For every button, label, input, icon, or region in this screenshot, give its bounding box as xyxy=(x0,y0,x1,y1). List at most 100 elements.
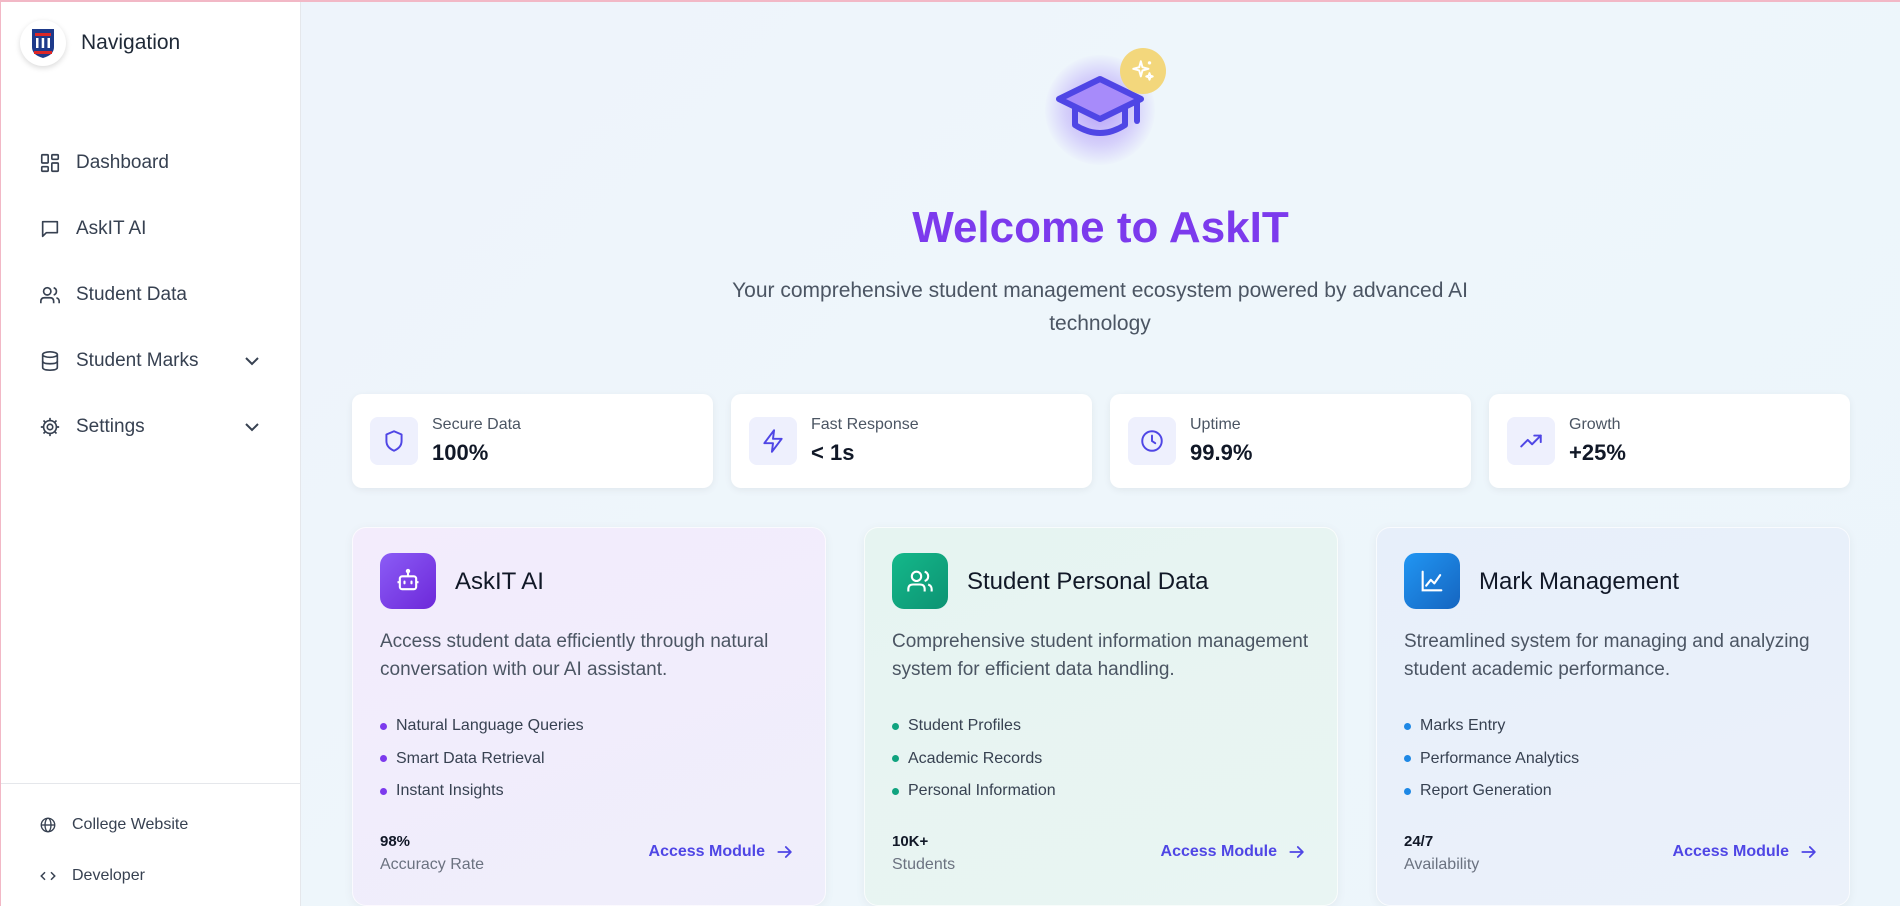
college-website-link[interactable]: College Website xyxy=(0,799,300,850)
shield-icon xyxy=(370,417,418,465)
list-item: Natural Language Queries xyxy=(380,710,584,743)
card-title: AskIT AI xyxy=(455,568,544,595)
trending-up-icon xyxy=(1507,417,1555,465)
module-card-askit-ai[interactable]: AskIT AI Access student data efficiently… xyxy=(352,527,826,906)
metric-label: Students xyxy=(892,856,956,873)
stats-row: Secure Data 100% Fast Response < 1s Upti… xyxy=(352,394,1850,488)
list-item: Marks Entry xyxy=(1404,710,1579,743)
clock-icon xyxy=(1128,417,1176,465)
feature-label: Natural Language Queries xyxy=(396,717,584,735)
chat-icon xyxy=(38,217,62,241)
users-icon xyxy=(892,553,948,609)
card-description: Comprehensive student information manage… xyxy=(892,631,1309,680)
college-logo[interactable] xyxy=(20,20,66,66)
bullet-dot xyxy=(892,787,899,795)
card-metric: 98% Accuracy Rate xyxy=(380,833,484,874)
sidebar-footer: College Website Developer xyxy=(0,783,300,901)
arrow-right-icon xyxy=(1287,842,1307,862)
list-item: Personal Information xyxy=(892,775,1056,808)
stat-label: Growth xyxy=(1569,416,1621,433)
page-title: Welcome to AskIT xyxy=(912,203,1289,252)
feature-label: Marks Entry xyxy=(1420,717,1506,735)
metric-value: 24/7 xyxy=(1404,833,1434,850)
access-module-button[interactable]: Access Module xyxy=(1161,842,1307,862)
feature-label: Personal Information xyxy=(908,782,1056,800)
bullet-dot xyxy=(380,787,387,795)
stat-value: +25% xyxy=(1569,440,1626,465)
feature-label: Smart Data Retrieval xyxy=(396,749,545,767)
feature-label: Instant Insights xyxy=(396,782,504,800)
card-description: Access student data efficiently through … xyxy=(380,631,769,680)
chevron-down-icon[interactable] xyxy=(240,415,264,439)
college-website-label: College Website xyxy=(72,815,189,833)
access-module-button[interactable]: Access Module xyxy=(1673,842,1819,862)
arrow-right-icon xyxy=(775,842,795,862)
chart-icon xyxy=(1404,553,1460,609)
stat-label: Secure Data xyxy=(432,416,521,433)
bullet-dot xyxy=(380,722,387,730)
page-subtitle: Your comprehensive student management ec… xyxy=(732,279,1468,335)
metric-value: 98% xyxy=(380,833,411,850)
feature-list: Marks Entry Performance Analytics Report… xyxy=(1404,710,1579,808)
sidebar-item-settings[interactable]: Settings xyxy=(0,394,300,460)
sidebar-item-label: Settings xyxy=(76,416,145,437)
feature-list: Student Profiles Academic Records Person… xyxy=(892,710,1056,808)
users-icon xyxy=(38,283,62,307)
top-border xyxy=(0,0,1900,2)
stat-card: Uptime 99.9% xyxy=(1110,394,1471,488)
sidebar-nav: Dashboard AskIT AI Student Data Student … xyxy=(0,130,300,460)
sparkles-icon xyxy=(1132,60,1154,81)
stat-value: < 1s xyxy=(811,440,855,465)
stat-card: Fast Response < 1s xyxy=(731,394,1092,488)
list-item: Performance Analytics xyxy=(1404,743,1579,776)
sidebar-item-label: Dashboard xyxy=(76,152,169,173)
sidebar-item-label: Student Marks xyxy=(76,350,199,371)
bullet-dot xyxy=(1404,787,1411,795)
list-item: Report Generation xyxy=(1404,775,1579,808)
stat-label: Fast Response xyxy=(811,416,919,433)
feature-label: Report Generation xyxy=(1420,782,1552,800)
stat-card: Secure Data 100% xyxy=(352,394,713,488)
bullet-dot xyxy=(380,755,387,763)
access-module-label: Access Module xyxy=(648,843,765,860)
list-item: Instant Insights xyxy=(380,775,584,808)
database-icon xyxy=(38,349,62,373)
stat-value: 100% xyxy=(432,440,489,465)
module-card-student-data[interactable]: Student Personal Data Comprehensive stud… xyxy=(864,527,1338,906)
access-module-label: Access Module xyxy=(1160,843,1277,860)
arrow-right-icon xyxy=(1799,842,1819,862)
feature-list: Natural Language Queries Smart Data Retr… xyxy=(380,710,584,808)
card-metric: 24/7 Availability xyxy=(1404,833,1479,874)
card-title: Student Personal Data xyxy=(967,568,1209,595)
module-card-mark-management[interactable]: Mark Management Streamlined system for m… xyxy=(1376,527,1850,906)
developer-link[interactable]: Developer xyxy=(0,850,300,901)
sidebar-item-label: AskIT AI xyxy=(76,218,147,239)
chevron-down-icon[interactable] xyxy=(240,349,264,373)
metric-value: 10K+ xyxy=(892,833,929,850)
sidebar-item-student-data[interactable]: Student Data xyxy=(0,262,300,328)
list-item: Smart Data Retrieval xyxy=(380,743,584,776)
sidebar-item-label: Student Data xyxy=(76,284,187,305)
metric-label: Availability xyxy=(1404,856,1480,873)
bullet-dot xyxy=(1404,722,1411,730)
sidebar-item-student-marks[interactable]: Student Marks xyxy=(0,328,300,394)
lightning-icon xyxy=(749,417,797,465)
stat-value: 99.9% xyxy=(1190,440,1253,465)
sparkle-badge xyxy=(1120,48,1166,94)
list-item: Academic Records xyxy=(892,743,1056,776)
stat-card: Growth +25% xyxy=(1489,394,1850,488)
dashboard-icon xyxy=(38,151,62,175)
developer-label: Developer xyxy=(72,866,145,884)
module-cards: AskIT AI Access student data efficiently… xyxy=(352,527,1850,906)
sidebar: Navigation Dashboard AskIT AI Student Da… xyxy=(0,0,301,906)
access-module-button[interactable]: Access Module xyxy=(649,842,795,862)
sidebar-item-askit-ai[interactable]: AskIT AI xyxy=(0,196,300,262)
sidebar-item-dashboard[interactable]: Dashboard xyxy=(0,130,300,196)
metric-label: Accuracy Rate xyxy=(380,856,485,873)
card-description: Streamlined system for managing and anal… xyxy=(1404,631,1810,680)
bullet-dot xyxy=(892,755,899,763)
brand: Navigation xyxy=(20,20,180,66)
list-item: Student Profiles xyxy=(892,710,1056,743)
stat-label: Uptime xyxy=(1190,416,1241,433)
feature-label: Academic Records xyxy=(908,749,1043,767)
